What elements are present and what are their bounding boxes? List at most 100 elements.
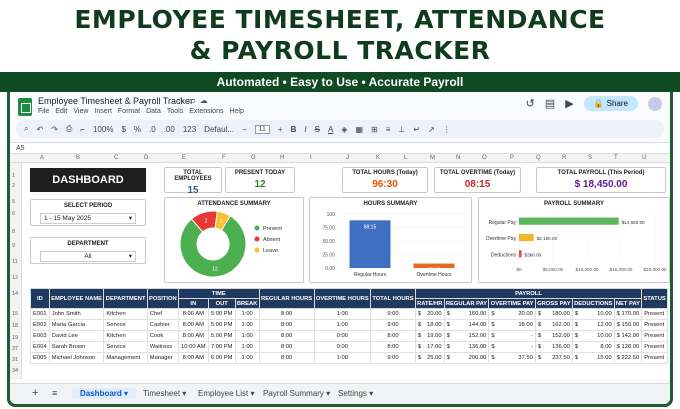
cell-position[interactable]: Manager (146, 352, 179, 364)
avatar[interactable] (648, 96, 662, 111)
cell-dept[interactable]: Kitchen (103, 330, 148, 342)
menu-format[interactable]: Format (118, 108, 140, 115)
cell-net[interactable]: $142.00 (613, 330, 643, 342)
cell-net[interactable]: $128.00 (613, 341, 643, 353)
row-9[interactable]: 9 (12, 243, 15, 249)
cell-id[interactable]: E003 (30, 330, 50, 342)
add-sheet-icon[interactable]: + (32, 387, 38, 399)
col-j[interactable]: J (346, 155, 349, 161)
cell-overtime[interactable]: 0:00 (313, 330, 372, 342)
cell-gross[interactable]: $136.00 (534, 341, 573, 353)
decimal-increase-icon[interactable]: .00 (164, 125, 175, 134)
redo-icon[interactable]: ↷ (51, 125, 58, 134)
menu-tools[interactable]: Tools (167, 108, 183, 115)
th-payroll[interactable]: PAYROLL (414, 288, 643, 299)
col-u[interactable]: U (642, 155, 646, 161)
row-34[interactable]: 34 (12, 368, 18, 374)
cell-position[interactable]: Waitress (146, 341, 179, 353)
th-otpay[interactable]: OVERTIME PAY (488, 298, 536, 309)
formula-bar[interactable]: A5 (10, 142, 670, 154)
cell-break[interactable]: 1:00 (234, 352, 260, 364)
cell-gross[interactable]: $180.00 (534, 308, 573, 320)
col-p[interactable]: P (510, 155, 514, 161)
cell-total[interactable]: 9:00 (370, 308, 416, 320)
cell-dept[interactable]: Management (103, 352, 148, 364)
cell-gross[interactable]: $237.50 (534, 352, 573, 364)
period-dropdown[interactable]: 1 - 15 May 2025 (40, 213, 136, 224)
col-q[interactable]: Q (536, 155, 541, 161)
th-id[interactable]: ID (30, 288, 50, 309)
cell-total[interactable]: 9:00 (370, 319, 416, 331)
row-12[interactable]: 12 (12, 275, 18, 281)
cell-otpay[interactable]: $20.00 (488, 308, 536, 320)
cell-overtime[interactable]: 1:00 (313, 308, 372, 320)
col-t[interactable]: T (614, 155, 618, 161)
cell-position[interactable]: Chef (146, 308, 179, 320)
wrap-icon[interactable]: ↵ (413, 125, 420, 134)
merge-icon[interactable]: ⊞ (371, 125, 378, 134)
cell-regpay[interactable]: $136.00 (443, 341, 490, 353)
row-1[interactable]: 1 (12, 173, 15, 179)
cell-out[interactable]: 5:00 PM (207, 330, 236, 342)
col-l[interactable]: L (404, 155, 407, 161)
zoom-select[interactable]: 100% (93, 125, 113, 134)
cloud-icon[interactable]: ☁ (200, 96, 208, 105)
row-19[interactable]: 19 (12, 335, 18, 341)
th-overtime[interactable]: OVERTIME HOURS (313, 288, 372, 309)
cell-in[interactable]: 8:00 AM (177, 319, 209, 331)
col-s[interactable]: S (588, 155, 592, 161)
cell-total[interactable]: 8:00 (370, 341, 416, 353)
table-row[interactable]: E002 Maria Garcia Service Cashier 8:00 AM 5:0… (30, 319, 668, 331)
th-status[interactable]: STATUS (641, 288, 668, 309)
cell-otpay[interactable]: $18.00 (488, 319, 536, 331)
row-5[interactable]: 5 (12, 199, 15, 205)
italic-icon[interactable]: I (304, 125, 306, 134)
cell-otpay[interactable]: $ - (488, 341, 536, 353)
all-sheets-icon[interactable]: ≡ (52, 388, 57, 398)
cell-regular[interactable]: 8:00 (258, 319, 315, 331)
decimal-decrease-icon[interactable]: .0 (149, 125, 156, 134)
th-dept[interactable]: DEPARTMENT (103, 288, 148, 309)
bold-icon[interactable]: B (291, 125, 297, 134)
cell-regpay[interactable]: $200.00 (443, 352, 490, 364)
col-h[interactable]: H (280, 155, 284, 161)
cell-status[interactable]: Present (641, 308, 668, 320)
name-box[interactable]: A5 (16, 143, 25, 154)
cell-id[interactable]: E004 (30, 341, 50, 353)
col-f[interactable]: F (222, 155, 226, 161)
tab-settings[interactable]: Settings ▾ (330, 388, 381, 399)
tab-employee-list[interactable]: Employee List ▾ (190, 388, 263, 399)
menu-insert[interactable]: Insert (94, 108, 112, 115)
currency-icon[interactable]: $ (121, 125, 125, 134)
menu-help[interactable]: Help (229, 108, 243, 115)
th-in[interactable]: IN (177, 298, 209, 309)
cell-rate[interactable]: $17.00 (414, 341, 445, 353)
document-title[interactable]: Employee Timesheet & Payroll Tracker (38, 96, 193, 106)
col-c[interactable]: C (114, 155, 118, 161)
cell-name[interactable]: Maria Garcia (48, 319, 105, 331)
row-2[interactable]: 2 (12, 183, 15, 189)
search-icon[interactable]: ⌕ (24, 124, 28, 134)
table-row[interactable]: E001 John Smith Kitchen Chef 8:00 AM 5:00 PM 1… (30, 308, 668, 320)
cell-id[interactable]: E005 (30, 352, 50, 364)
cell-total[interactable]: 9:00 (370, 352, 416, 364)
cell-deductions[interactable]: $8.00 (571, 341, 615, 353)
menu-view[interactable]: View (73, 108, 88, 115)
cell-regular[interactable]: 8:00 (258, 308, 315, 320)
cell-status[interactable]: Present (641, 341, 668, 353)
th-out[interactable]: OUT (207, 298, 236, 309)
cell-break[interactable]: 1:00 (234, 341, 260, 353)
rotate-icon[interactable]: ↗ (428, 125, 435, 134)
cell-deductions[interactable]: $12.00 (571, 319, 615, 331)
table-row[interactable]: E004 Sarah Brown Service Waitress 10:00 AM 7:… (30, 341, 668, 353)
col-k[interactable]: K (376, 155, 380, 161)
cell-dept[interactable]: Kitchen (103, 308, 148, 320)
cell-net[interactable]: $222.50 (613, 352, 643, 364)
cell-dept[interactable]: Service (103, 319, 148, 331)
cell-otpay[interactable]: $37.50 (488, 352, 536, 364)
cell-in[interactable]: 8:00 AM (177, 308, 209, 320)
cell-position[interactable]: Cashier (146, 319, 179, 331)
row-14[interactable]: 14 (12, 291, 18, 297)
col-g[interactable]: G (251, 155, 256, 161)
cell-net[interactable]: $150.00 (613, 319, 643, 331)
